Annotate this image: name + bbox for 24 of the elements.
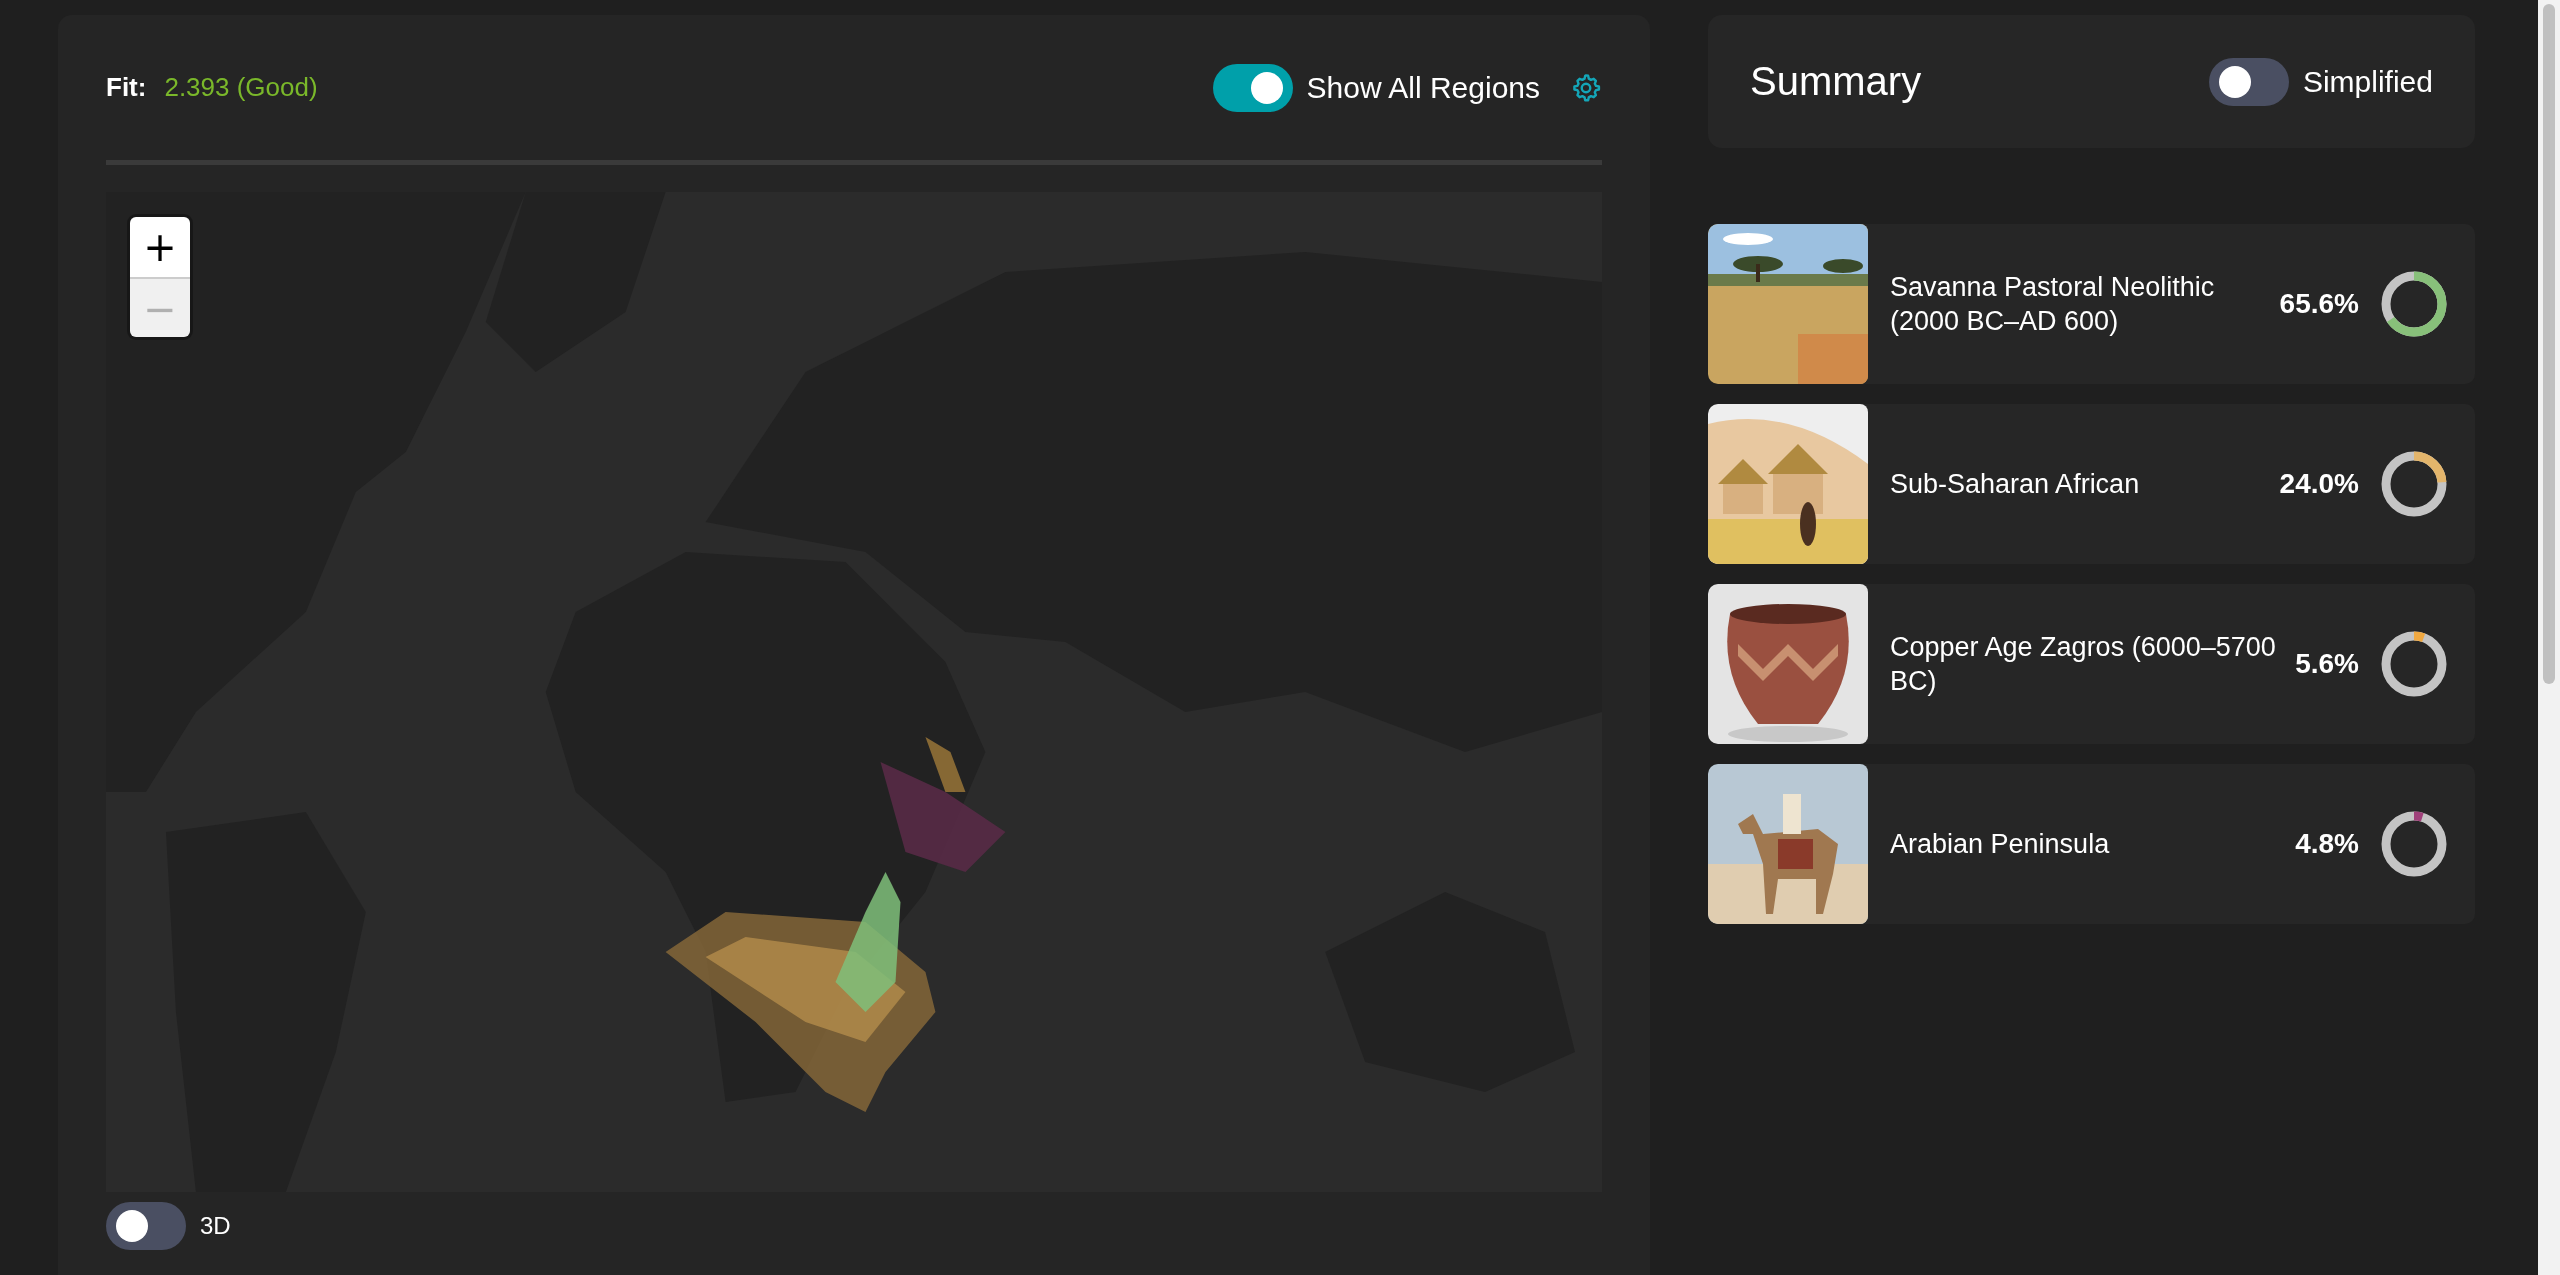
donut-ring: [2381, 811, 2447, 877]
donut-ring: [2381, 631, 2447, 697]
region-name: Sub-Saharan African: [1889, 468, 2141, 501]
fit-label: Fit:: [106, 72, 147, 103]
toggle-switch[interactable]: [2208, 57, 2289, 106]
scrollbar[interactable]: [2538, 0, 2560, 1275]
toggle-label: Simplified: [2302, 64, 2433, 99]
settings-icon[interactable]: [1570, 71, 1602, 104]
toggle-label: 3D: [200, 1212, 231, 1240]
region-percent: 65.6%: [2279, 288, 2360, 320]
donut-ring: [2381, 271, 2447, 337]
toggle-switch[interactable]: [106, 1202, 186, 1250]
zoom-in-button[interactable]: +: [130, 217, 190, 277]
region-percent: 24.0%: [2279, 468, 2360, 500]
donut-ring: [2381, 451, 2447, 517]
toggle-label: Show All Regions: [1306, 70, 1540, 105]
region-percent: 4.8%: [2295, 828, 2360, 860]
toggle-switch[interactable]: [1212, 63, 1293, 112]
summary-title: Summary: [1750, 59, 1923, 104]
region-name: Savanna Pastoral Neolithic (2000 BC–AD 600): [1889, 271, 2216, 338]
region-name: Copper Age Zagros (6000–5700 BC): [1889, 631, 2277, 698]
region-percent: 5.6%: [2295, 648, 2360, 680]
region-name: Arabian Peninsula: [1889, 828, 2111, 861]
fit-value: 2.393 (Good): [164, 72, 318, 103]
